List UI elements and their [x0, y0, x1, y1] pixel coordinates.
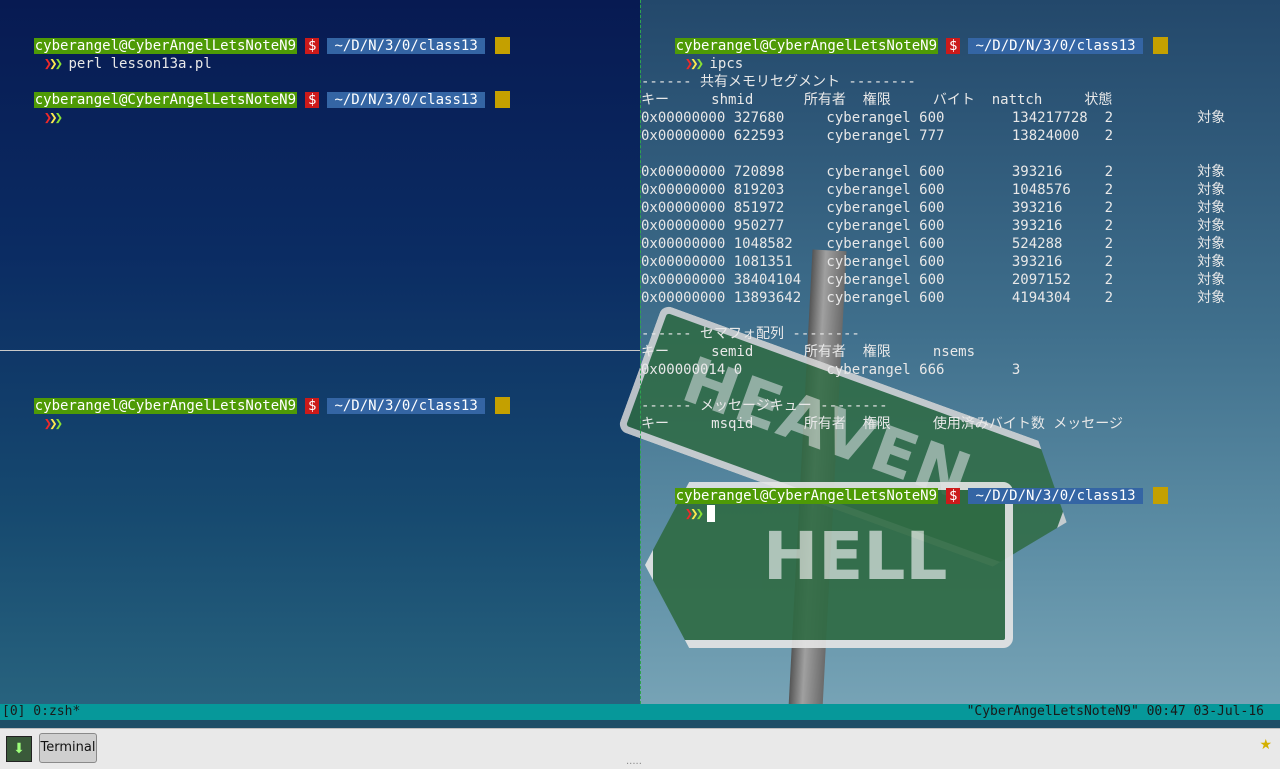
prompt-block: [494, 37, 510, 54]
ipcs-output-line: 0x00000000 1048582 cyberangel 600 524288…: [641, 236, 1226, 252]
ipcs-output-line: キー semid 所有者 権限 nsems: [641, 344, 976, 360]
prompt-path: ~/D/D/N/3/0/class13: [968, 488, 1143, 504]
panel-handle[interactable]: .....: [626, 757, 642, 767]
ipcs-output-line: 0x00000014 0 cyberangel 666 3: [641, 362, 1021, 378]
prompt-path: ~/D/N/3/0/class13: [327, 92, 485, 108]
ipcs-output-line: キー shmid 所有者 権限 バイト nattch 状態: [641, 92, 1113, 108]
prompt-dollar: $: [946, 488, 961, 504]
ipcs-output-line: 0x00000000 950277 cyberangel 600 393216 …: [641, 218, 1226, 234]
prompt-line: cyberangel@CyberAngelLetsNoteN9 $ ~/D/D/N/…: [641, 19, 1168, 54]
tmux-status-right: "CyberAngelLetsNoteN9" 00:47 03-Jul-16: [966, 704, 1264, 719]
ipcs-output-line: 0x00000000 819203 cyberangel 600 1048576…: [641, 182, 1226, 198]
command-line: ❯❯❯ ipcs: [651, 37, 743, 72]
prompt-user: cyberangel@CyberAngelLetsNoteN9: [33, 92, 298, 108]
prompt-chevrons-icon: ❯❯❯: [684, 506, 705, 522]
prompt-dollar: $: [305, 38, 320, 54]
ipcs-output-line: 0x00000000 622593 cyberangel 777 1382400…: [641, 128, 1114, 144]
prompt-dollar: $: [305, 398, 320, 414]
ipcs-output-line: ------ メッセージキュー --------: [641, 398, 888, 414]
prompt-chevrons-icon: ❯❯❯: [43, 416, 64, 432]
text-cursor: [707, 505, 716, 522]
tmux-window-list[interactable]: [0] 0:zsh*: [2, 704, 80, 720]
prompt-chevrons-icon: ❯❯❯: [43, 110, 64, 126]
wallpaper-strip: [0, 720, 1280, 728]
prompt-path: ~/D/N/3/0/class13: [327, 398, 485, 414]
prompt-block: [1152, 37, 1168, 54]
command-line: ❯❯❯ perl lesson13a.pl: [10, 37, 212, 72]
prompt-line: cyberangel@CyberAngelLetsNoteN9 $ ~/D/N/3/…: [0, 379, 510, 414]
pane-divider-horizontal[interactable]: [0, 350, 640, 351]
ipcs-output-line: 0x00000000 13893642 cyberangel 600 41943…: [641, 290, 1226, 306]
prompt-block: [1152, 487, 1168, 504]
taskbar: ⬇ Terminal ..... ★: [0, 728, 1280, 769]
ipcs-output-line: キー msqid 所有者 権限 使用済みバイト数 メッセージ: [641, 416, 1124, 432]
tmux-status-bar: [0] 0:zsh* "CyberAngelLetsNoteN9" 00:47 …: [0, 704, 1280, 720]
prompt-block: [494, 91, 510, 108]
ipcs-output-line: ------ セマフォ配列 --------: [641, 326, 860, 342]
prompt-path: ~/D/N/3/0/class13: [327, 38, 485, 54]
prompt-dollar: $: [946, 38, 961, 54]
show-desktop-icon[interactable]: ⬇: [6, 736, 32, 762]
prompt-block: [494, 397, 510, 414]
command-line[interactable]: ❯❯❯: [10, 397, 64, 432]
prompt-line: cyberangel@CyberAngelLetsNoteN9 $ ~/D/N/3/…: [0, 19, 510, 54]
ipcs-output-line: 0x00000000 38404104 cyberangel 600 20971…: [641, 272, 1226, 288]
tray-star-icon[interactable]: ★: [1259, 737, 1272, 753]
prompt-line: cyberangel@CyberAngelLetsNoteN9 $ ~/D/N/3/…: [0, 73, 510, 108]
command-text: perl lesson13a.pl: [68, 56, 212, 72]
prompt-chevrons-icon: ❯❯❯: [43, 56, 64, 72]
ipcs-output-line: 0x00000000 720898 cyberangel 600 393216 …: [641, 164, 1226, 180]
terminal-window[interactable]: HEAVEN HELL cyberangel@CyberAngelLetsNot…: [0, 0, 1280, 728]
active-command-line[interactable]: ❯❯❯: [651, 487, 716, 522]
prompt-dollar: $: [305, 92, 320, 108]
command-line[interactable]: ❯❯❯: [10, 91, 64, 126]
prompt-line: cyberangel@CyberAngelLetsNoteN9 $ ~/D/D/N/…: [641, 469, 1168, 504]
prompt-path: ~/D/D/N/3/0/class13: [968, 38, 1143, 54]
ipcs-output-line: 0x00000000 1081351 cyberangel 600 393216…: [641, 254, 1226, 270]
taskbar-button-terminal[interactable]: Terminal: [39, 733, 97, 763]
ipcs-output-line: 0x00000000 851972 cyberangel 600 393216 …: [641, 200, 1226, 216]
hell-sign-text: HELL: [763, 518, 948, 595]
command-text: ipcs: [709, 56, 744, 72]
prompt-user: cyberangel@CyberAngelLetsNoteN9: [33, 398, 298, 414]
ipcs-output-line: 0x00000000 327680 cyberangel 600 1342177…: [641, 110, 1226, 126]
prompt-chevrons-icon: ❯❯❯: [684, 56, 705, 72]
ipcs-output-line: ------ 共有メモリセグメント --------: [641, 74, 916, 90]
